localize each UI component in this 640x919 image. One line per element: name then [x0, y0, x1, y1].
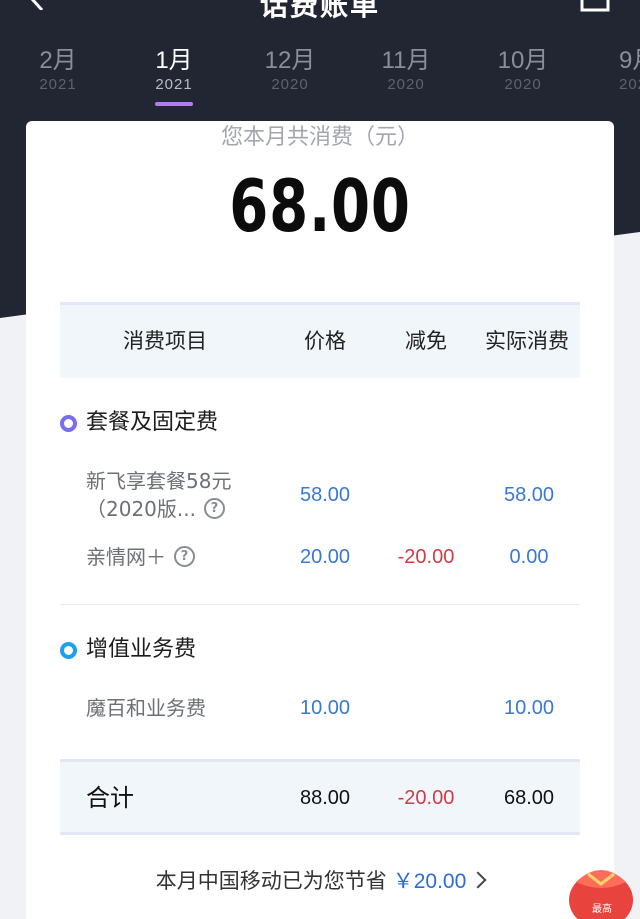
item-name: 新飞享套餐58元 （2020版...? — [86, 467, 231, 523]
tab-year-label: 2020 — [271, 76, 309, 93]
help-icon[interactable]: ? — [203, 498, 225, 519]
table-row: 魔百和业务费 10.00 10.00 — [60, 694, 580, 724]
tab-month-nov-2020[interactable]: 11月 2020 — [361, 46, 451, 94]
item-name-line2: （2020版... — [86, 497, 196, 521]
item-name-line2-wrap: （2020版...? — [86, 495, 231, 523]
total-label: 您本月共消费（元） — [220, 125, 419, 150]
item-price: 58.00 — [299, 484, 351, 506]
tab-year-label: 2020 — [387, 76, 425, 93]
column-header-price: 价格 — [304, 329, 346, 353]
tab-month-label: 11月 — [381, 47, 431, 74]
section-dot-icon — [60, 415, 77, 432]
total-actual: 68.00 — [503, 787, 555, 809]
item-discount: -20.00 — [397, 546, 455, 568]
help-icon[interactable]: ? — [174, 546, 195, 567]
item-name: 魔百和业务费 — [86, 696, 206, 720]
tab-year-label: 2020 — [504, 76, 542, 93]
tab-month-label: 12月 — [264, 47, 316, 74]
item-actual: 10.00 — [503, 697, 555, 719]
item-name-line1: 亲情网＋ — [86, 545, 166, 569]
red-envelope-promo-icon[interactable]: 最高 — [566, 860, 636, 919]
total-amount: 68.00 — [229, 164, 411, 248]
page-title: 话费账单 — [259, 0, 380, 22]
tab-month-label: 2月 — [39, 47, 77, 74]
bill-card: 您本月共消费（元） 68.00 消费项目 价格 减免 实际消费 套餐及固定费 新… — [26, 121, 614, 919]
item-name: 亲情网＋? — [86, 543, 195, 571]
section-title-package: 套餐及固定费 — [86, 410, 219, 435]
table-header: 消费项目 价格 减免 实际消费 — [60, 302, 580, 378]
tab-month-jan-2021[interactable]: 1月 2021 — [129, 46, 219, 94]
tab-month-feb-2021[interactable]: 2月 2021 — [13, 46, 103, 94]
promo-label: 最高 — [592, 904, 612, 915]
item-price: 10.00 — [299, 697, 351, 719]
tab-month-label: 1月 — [155, 47, 193, 74]
total-row-label: 合计 — [86, 784, 134, 812]
tab-month-oct-2020[interactable]: 10月 2020 — [478, 46, 568, 94]
active-tab-indicator — [155, 102, 193, 106]
savings-text: 本月中国移动已为您节省 — [155, 869, 387, 893]
column-header-actual: 实际消费 — [485, 329, 569, 353]
item-price: 20.00 — [299, 546, 351, 568]
top-bar: 话费账单 — [0, 0, 640, 22]
column-header-item: 消费项目 — [123, 329, 207, 353]
chevron-right-icon — [469, 871, 487, 889]
table-footer: 合计 88.00 -20.00 68.00 — [60, 759, 580, 835]
tab-month-dec-2020[interactable]: 12月 2020 — [245, 46, 335, 94]
month-tabs: 2月 2021 1月 2021 12月 2020 11月 2020 10月 20… — [0, 46, 640, 110]
table-row: 新飞享套餐58元 （2020版...? 58.00 58.00 — [60, 467, 580, 527]
column-header-discount: 减免 — [405, 329, 447, 353]
section-dot-icon — [60, 642, 77, 659]
table-row: 亲情网＋? 20.00 -20.00 0.00 — [60, 543, 580, 573]
savings-link[interactable]: 本月中国移动已为您节省 ￥20.00 — [26, 863, 614, 900]
share-icon[interactable] — [580, 0, 610, 12]
tab-year-label: 2020 — [619, 76, 640, 93]
tab-year-label: 2021 — [39, 76, 77, 93]
item-name-line1: 新飞享套餐58元 — [86, 469, 232, 493]
savings-amount: ￥20.00 — [392, 870, 467, 893]
section-divider — [60, 604, 580, 605]
tab-month-label: 9月 — [619, 47, 640, 74]
section-title-value-added: 增值业务费 — [86, 637, 197, 662]
tab-month-sep-2020[interactable]: 9月 2020 — [594, 46, 640, 94]
tab-year-label: 2021 — [155, 76, 193, 93]
item-actual: 0.00 — [509, 546, 549, 568]
tab-month-label: 10月 — [497, 47, 549, 74]
total-price: 88.00 — [299, 787, 351, 809]
item-actual: 58.00 — [503, 484, 555, 506]
total-discount: -20.00 — [397, 787, 455, 809]
